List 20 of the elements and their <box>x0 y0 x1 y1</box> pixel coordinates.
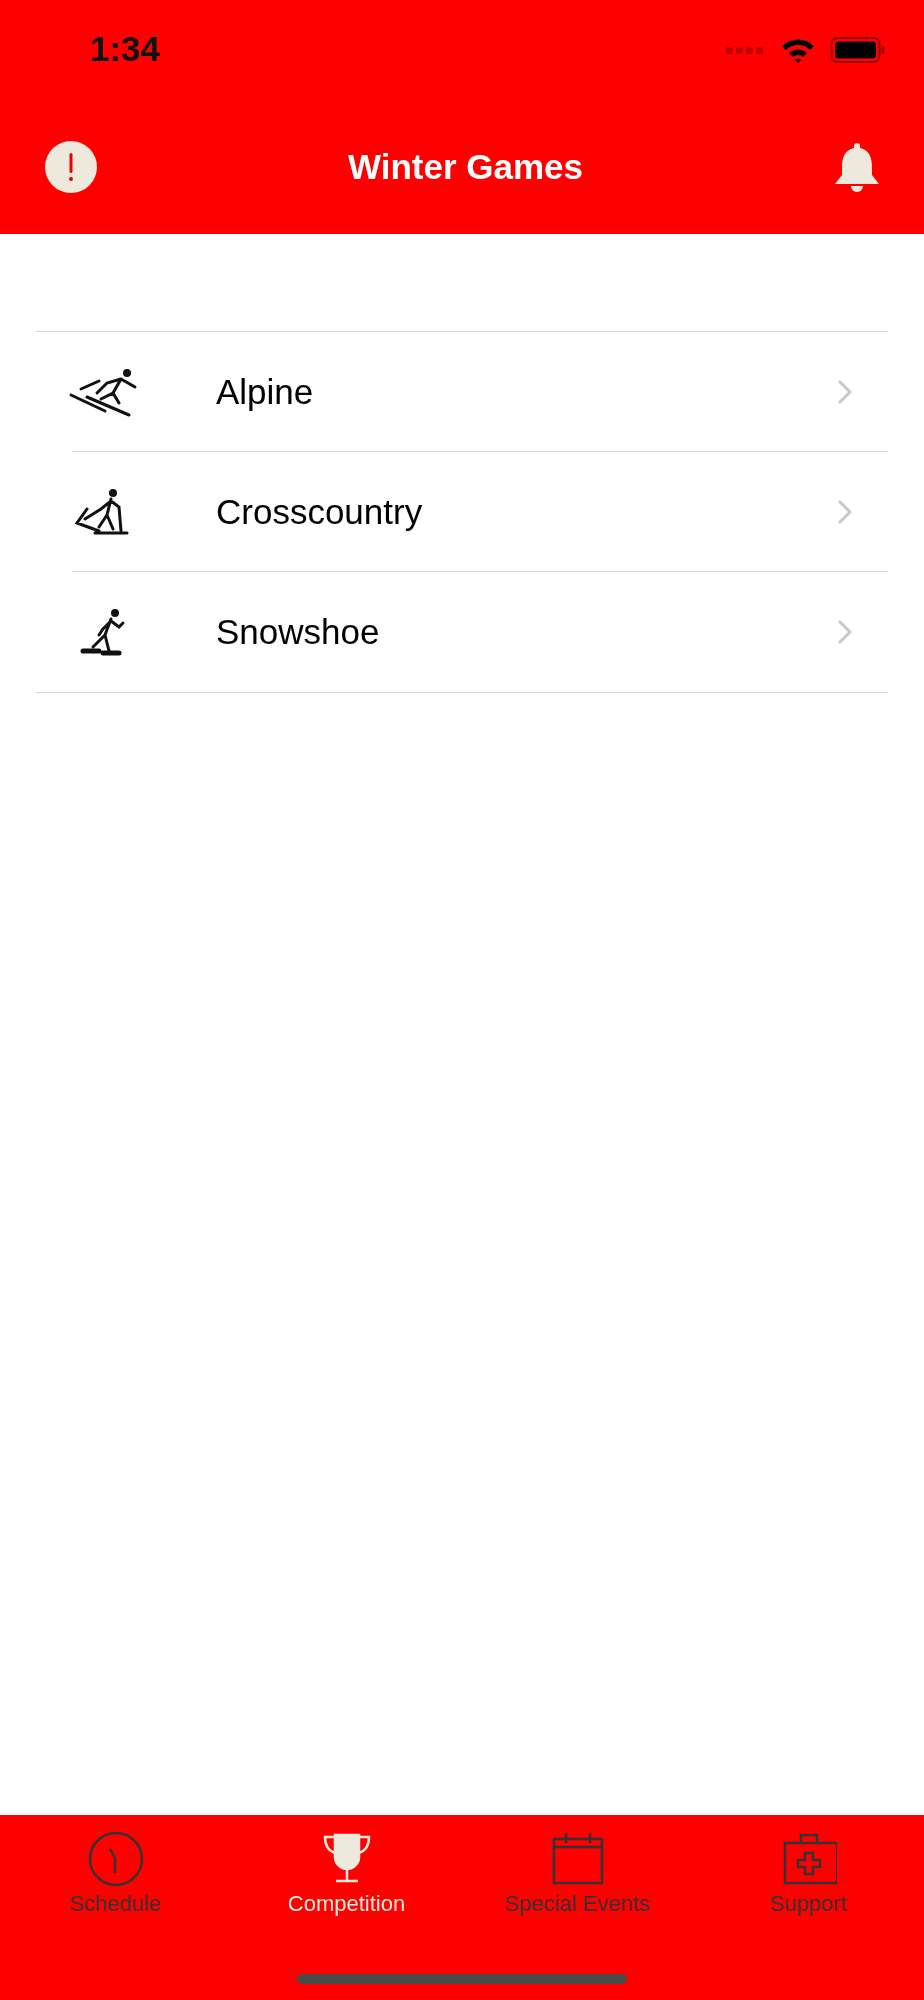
list-item-label: Alpine <box>216 372 315 412</box>
chevron-icon <box>838 620 852 644</box>
list-item[interactable]: Snowshoe <box>36 572 888 692</box>
tab[interactable]: Special Events <box>462 1831 693 1917</box>
list-item[interactable]: Alpine <box>36 332 888 452</box>
status-time: 1:34 <box>90 29 161 69</box>
chevron-icon <box>838 380 852 404</box>
list-item-label: Snowshoe <box>216 612 381 652</box>
clock-icon <box>87 1831 144 1887</box>
header-title: Winter Games <box>347 147 583 187</box>
battery-icon <box>830 36 886 64</box>
list-item[interactable]: Crosscountry <box>36 452 888 572</box>
chevron-icon <box>838 500 852 524</box>
tab[interactable]: Schedule <box>0 1831 231 1917</box>
bell-icon[interactable] <box>834 141 880 193</box>
tab[interactable]: Competition <box>231 1831 462 1917</box>
list-item-label: Crosscountry <box>216 492 424 532</box>
tab[interactable]: Support <box>693 1831 924 1917</box>
alert-icon[interactable] <box>45 141 97 193</box>
signal-icon <box>726 45 766 55</box>
